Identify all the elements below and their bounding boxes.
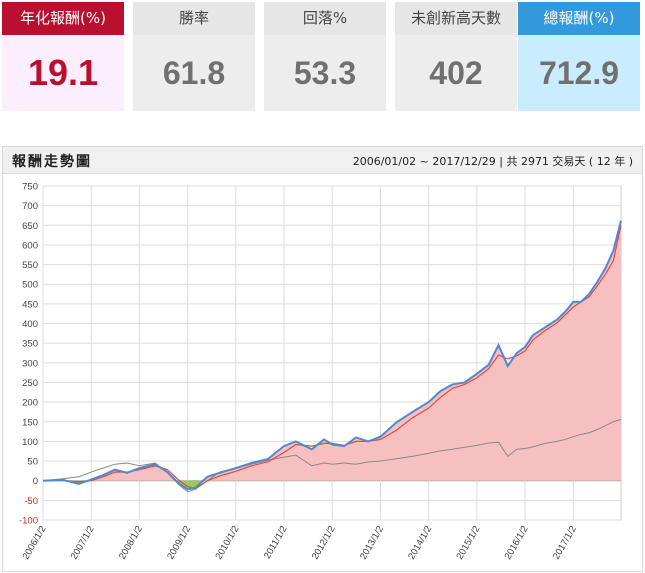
card-annual-return: 年化報酬(%) 19.1 (2, 2, 124, 111)
x-tick-label: 2009/1/2 (165, 524, 193, 562)
x-tick-label: 2008/1/2 (117, 524, 145, 562)
card-days-since-high: 未創新高天數 402 (395, 2, 517, 111)
y-tick-label: 450 (22, 299, 38, 310)
card-value: 53.3 (264, 35, 386, 111)
y-tick-label: 50 (27, 457, 38, 468)
y-tick-label: 200 (22, 398, 38, 409)
x-tick-label: 2016/1/2 (503, 524, 531, 562)
return-chart-panel: 報酬走勢圖 2006/01/02 ~ 2017/12/29 | 共 2971 交… (2, 146, 643, 572)
card-value: 19.1 (2, 35, 124, 111)
y-tick-label: -50 (24, 496, 38, 507)
y-tick-label: 350 (22, 339, 38, 350)
x-tick-label: 2007/1/2 (69, 524, 97, 562)
y-tick-label: 0 (33, 476, 38, 487)
y-tick-label: 600 (22, 240, 38, 251)
card-value: 712.9 (518, 35, 640, 111)
x-tick-label: 2010/1/2 (213, 524, 241, 562)
y-tick-label: 500 (22, 280, 38, 291)
x-tick-label: 2011/1/2 (262, 524, 290, 561)
y-tick-label: 650 (22, 221, 38, 232)
x-tick-label: 2006/1/2 (21, 524, 49, 562)
card-value: 402 (395, 35, 517, 111)
card-label: 總報酬(%) (518, 2, 640, 35)
x-tick-label: 2015/1/2 (454, 524, 482, 562)
x-tick-label: 2017/1/2 (551, 524, 579, 562)
return-chart: -100 -50 0 50 100 150 200 250 300 350 400 450 500 550… (19, 182, 622, 562)
card-label: 勝率 (133, 2, 255, 35)
y-tick-label: -100 (19, 516, 38, 527)
card-value: 61.8 (133, 35, 255, 111)
card-label: 未創新高天數 (395, 2, 517, 35)
x-tick-label: 2013/1/2 (358, 524, 386, 562)
y-tick-label: 750 (22, 182, 38, 193)
card-win-rate: 勝率 61.8 (133, 2, 255, 111)
card-label: 年化報酬(%) (2, 2, 124, 35)
card-drawdown: 回落% 53.3 (264, 2, 386, 111)
y-tick-label: 150 (22, 417, 38, 428)
y-tick-label: 550 (22, 260, 38, 271)
y-tick-label: 700 (22, 201, 38, 212)
card-label: 回落% (264, 2, 386, 35)
x-tick-label: 2014/1/2 (406, 524, 434, 562)
card-total-return: 總報酬(%) 712.9 (518, 2, 640, 111)
y-tick-label: 100 (22, 437, 38, 448)
y-tick-label: 300 (22, 358, 38, 369)
x-tick-label: 2012/1/2 (310, 524, 338, 562)
y-tick-label: 400 (22, 319, 38, 330)
y-tick-label: 250 (22, 378, 38, 389)
